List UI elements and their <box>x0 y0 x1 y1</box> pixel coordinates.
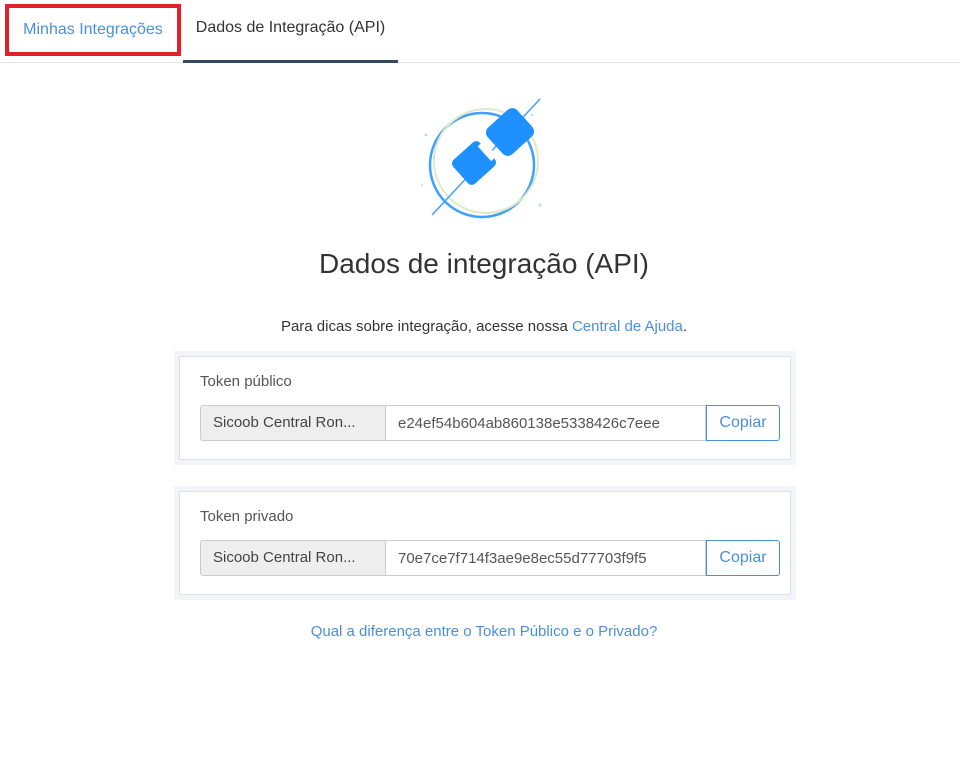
private-token-label: Token privado <box>200 508 294 525</box>
private-token-card: Token privado Sicoob Central Ron... Copi… <box>174 486 796 600</box>
help-text-suffix: . <box>682 318 688 335</box>
public-token-account: Sicoob Central Ron... <box>200 405 386 441</box>
plug-connection-icon <box>421 98 542 219</box>
public-token-field[interactable] <box>386 405 706 441</box>
token-difference-link[interactable]: Qual a diferença entre o Token Público e… <box>311 623 658 640</box>
help-text-prefix: Para dicas sobre integração, acesse noss… <box>280 318 572 335</box>
copy-public-token-button[interactable]: Copiar <box>706 405 780 441</box>
token-difference-line: Qual a diferença entre o Token Público e… <box>0 623 968 640</box>
copy-private-token-button[interactable]: Copiar <box>706 540 780 576</box>
tab-dados-de-integracao[interactable]: Dados de Integração (API) <box>183 0 398 63</box>
private-token-field[interactable] <box>386 540 706 576</box>
public-token-label: Token público <box>200 373 292 390</box>
private-token-account: Sicoob Central Ron... <box>200 540 386 576</box>
private-token-card-body: Token privado Sicoob Central Ron... Copi… <box>179 491 791 595</box>
public-token-card: Token público Sicoob Central Ron... Copi… <box>174 351 796 465</box>
public-token-card-body: Token público Sicoob Central Ron... Copi… <box>179 356 791 460</box>
help-text: Para dicas sobre integração, acesse noss… <box>0 318 968 335</box>
private-token-input-group: Sicoob Central Ron... Copiar <box>200 540 780 576</box>
public-token-input-group: Sicoob Central Ron... Copiar <box>200 405 780 441</box>
tab-bar: Minhas Integrações Dados de Integração (… <box>0 0 960 63</box>
page-title: Dados de integração (API) <box>319 248 649 279</box>
tab-minhas-integracoes[interactable]: Minhas Integrações <box>5 4 181 56</box>
help-center-link[interactable]: Central de Ajuda <box>572 318 683 335</box>
